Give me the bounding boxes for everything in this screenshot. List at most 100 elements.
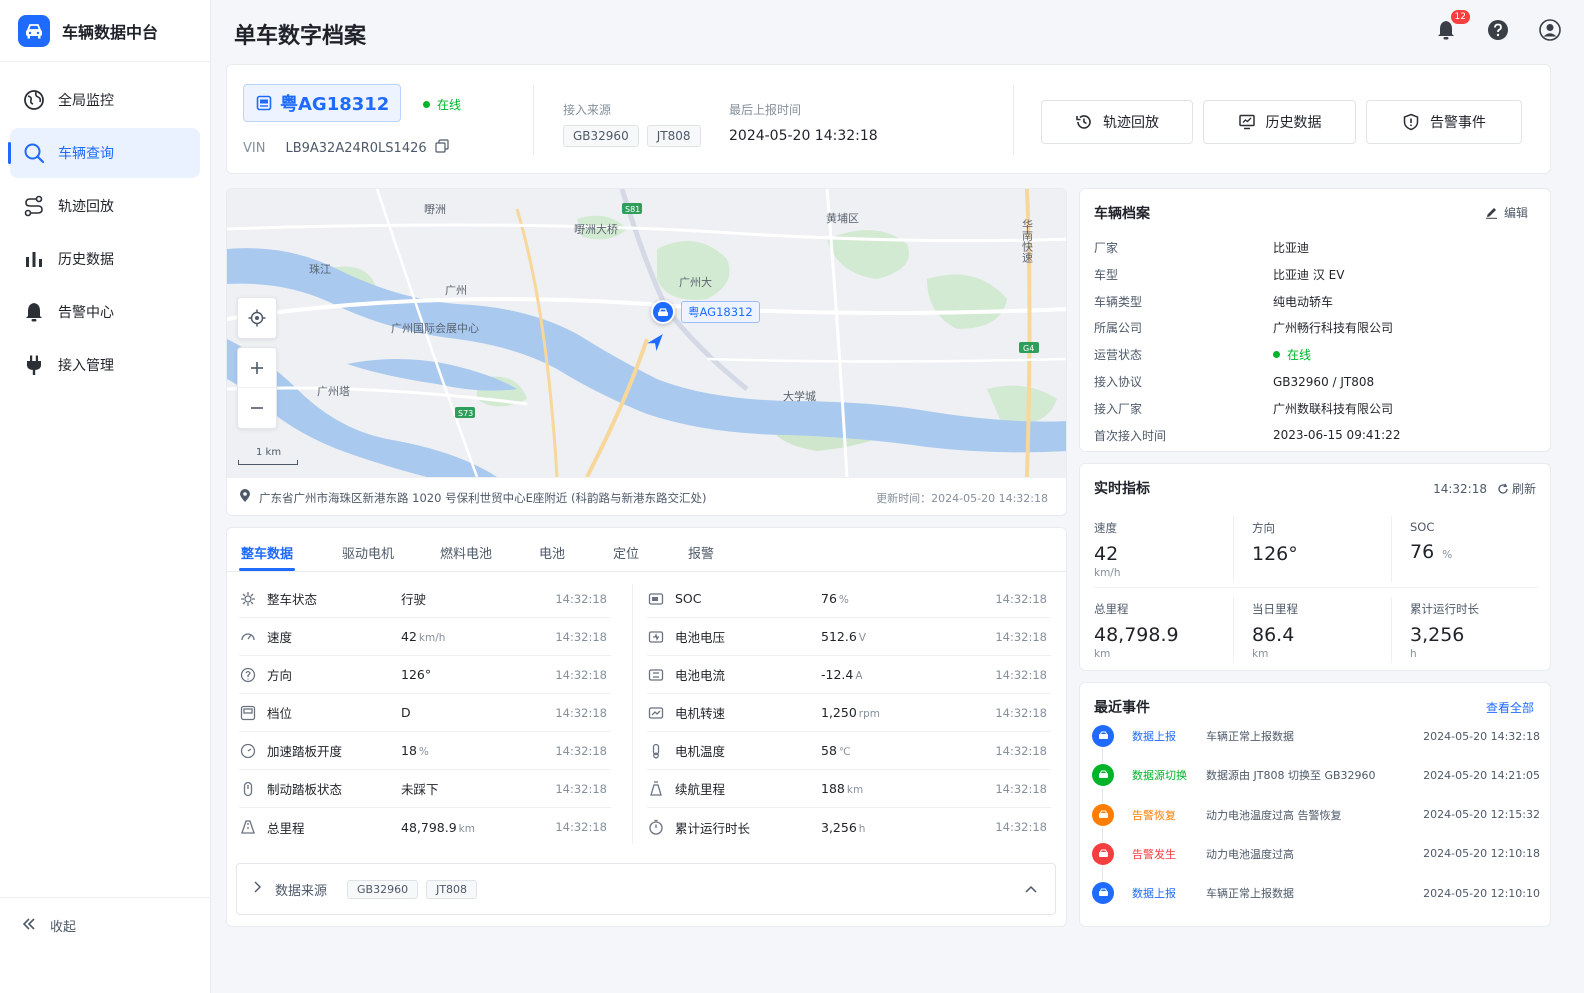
data-value: 58 ℃ [821, 743, 961, 758]
tab-location[interactable]: 定位 [613, 543, 639, 562]
events-title: 最近事件 [1094, 700, 1150, 716]
sidebar-item-history-data[interactable]: 历史数据 [10, 234, 200, 284]
event-item[interactable]: 数据上报 车辆正常上报数据 2024-05-20 14:32:18 [1092, 724, 1540, 748]
profile-label: 车型 [1094, 267, 1119, 282]
metric-item: 累计运行时长 3,256 h [1410, 601, 1550, 660]
car-event-icon [1092, 725, 1114, 747]
zoom-in-icon[interactable] [238, 348, 276, 388]
event-type: 数据源切换 [1132, 769, 1187, 783]
value-text: 126° [401, 667, 432, 682]
locate-control[interactable] [237, 297, 277, 339]
event-time: 2024-05-20 12:10:18 [1423, 847, 1540, 861]
map-canvas[interactable]: 嘢洲 嘢洲大桥 黄埔区 珠江 广州国际会展中心 广州塔 广州大 大学城 广州 华… [227, 189, 1067, 477]
vehicle-marker[interactable]: 粤AG18312 [651, 300, 760, 324]
sidebar-item-label: 车辆查询 [58, 146, 114, 162]
metric-label: 当日里程 [1252, 602, 1298, 616]
sidebar-item-global-monitor[interactable]: 全局监控 [10, 75, 200, 125]
map-label: 广州国际会展中心 [391, 322, 479, 335]
sidebar-item-access-management[interactable]: 接入管理 [10, 340, 200, 390]
copy-icon[interactable] [435, 139, 449, 157]
profile-row: 车型 比亚迪 汉 EV [1094, 266, 1344, 283]
vin-value: LB9A32A24R0LS1426 [285, 140, 427, 156]
data-time: 14:32:18 [555, 629, 607, 644]
metric-value: 3,256 [1410, 624, 1465, 646]
data-label: 整车状态 [267, 592, 318, 607]
event-item[interactable]: 数据源切换 数据源由 JT808 切换至 GB32960 2024-05-20 14… [1092, 763, 1540, 787]
metric-value: 42 [1094, 543, 1119, 565]
plate-icon [256, 95, 272, 111]
value-text: -12.4 [821, 667, 854, 682]
collapse-button[interactable]: 收起 [0, 897, 211, 935]
refresh-button[interactable]: 刷新 [1497, 480, 1536, 497]
speedometer-icon [239, 629, 257, 645]
address-text: 广东省广州市海珠区新港东路 1020 号保利世贸中心E座附近 (科韵路与新港东路… [259, 490, 707, 505]
top-toolbar: 12 [1434, 10, 1562, 42]
tab-alarm[interactable]: 报警 [688, 543, 714, 562]
edit-button[interactable]: 编辑 [1485, 204, 1528, 221]
value-text: 纯电动轿车 [1273, 294, 1334, 309]
metric-unit: km [1094, 648, 1111, 660]
brand: 车辆数据中台 [0, 0, 210, 62]
data-time: 14:32:18 [555, 667, 607, 682]
map-address-bar: 广东省广州市海珠区新港东路 1020 号保利世贸中心E座附近 (科韵路与新港东路… [227, 477, 1066, 515]
sidebar-item-label: 接入管理 [58, 358, 114, 374]
sidebar-item-vehicle-query[interactable]: 车辆查询 [8, 128, 200, 178]
road-shield: G4 [1023, 344, 1034, 353]
shield-alert-icon [1403, 113, 1419, 131]
value-text: 18 [401, 743, 417, 758]
data-value: 1,250 rpm [821, 705, 961, 720]
data-value: 42 km/h [401, 629, 543, 644]
metric-item: 方向 126° [1252, 520, 1392, 567]
data-label: 制动踏板状态 [267, 782, 343, 797]
metric-value: 76% [1410, 541, 1550, 563]
data-value: D [401, 705, 543, 720]
data-time: 14:32:18 [995, 820, 1047, 834]
car-logo-icon [18, 14, 50, 47]
profile-label: 厂家 [1094, 241, 1119, 255]
tab-vehicle-data[interactable]: 整车数据 [241, 543, 293, 562]
value-text: 广州数联科技有限公司 [1273, 401, 1394, 416]
data-source-panel[interactable]: 数据来源 GB32960 JT808 [236, 863, 1056, 915]
tab-fuel-cell[interactable]: 燃料电池 [440, 543, 492, 562]
sidebar-item-track-playback[interactable]: 轨迹回放 [10, 181, 200, 231]
history-data-button[interactable]: 历史数据 [1203, 100, 1356, 144]
event-item[interactable]: 数据上报 车辆正常上报数据 2024-05-20 12:10:10 [1092, 881, 1540, 905]
tab-drive-motor[interactable]: 驱动电机 [342, 543, 394, 562]
crosshair-icon[interactable] [238, 298, 276, 338]
value-text: 1,250 [821, 705, 857, 720]
profile-label: 运营状态 [1094, 348, 1143, 363]
divider [1391, 516, 1392, 582]
data-row: 电池电流 -12.4 A 14:32:18 [647, 656, 1051, 694]
sidebar-item-label: 告警中心 [58, 305, 114, 321]
marker-plate-label: 粤AG18312 [681, 301, 760, 323]
metric-unit: km [1252, 648, 1269, 660]
realtime-metrics-card: 实时指标 14:32:18 刷新 速度 42 km/h 方向 126° SOC 76% 总里程… [1079, 463, 1551, 671]
double-chevron-left-icon [22, 917, 36, 935]
notification-button[interactable]: 12 [1434, 10, 1470, 42]
event-type: 告警发生 [1132, 847, 1176, 861]
map-label: 嘢洲 [424, 203, 446, 216]
event-type: 数据上报 [1132, 887, 1176, 901]
profile-label: 所属公司 [1094, 321, 1143, 336]
profile-label: 接入协议 [1094, 375, 1143, 389]
value-unit: % [418, 746, 429, 758]
alarm-events-button[interactable]: 告警事件 [1366, 100, 1522, 144]
data-row: 档位 D 14:32:18 [239, 694, 611, 732]
data-label: SOC [675, 591, 702, 606]
button-label: 轨迹回放 [1103, 115, 1159, 131]
value-text: 2023-06-15 09:41:22 [1273, 428, 1401, 443]
user-avatar-button[interactable] [1538, 18, 1562, 42]
tab-battery[interactable]: 电池 [539, 543, 565, 562]
car-status-icon [239, 591, 257, 607]
help-button[interactable] [1486, 18, 1510, 42]
event-description: 动力电池温度过高 [1206, 847, 1294, 861]
refresh-icon [1498, 483, 1508, 494]
chevron-up-icon[interactable] [1025, 882, 1037, 897]
track-playback-button[interactable]: 轨迹回放 [1041, 100, 1193, 144]
event-item[interactable]: 告警发生 动力电池温度过高 2024-05-20 12:10:18 [1092, 842, 1540, 866]
status-dot [1273, 351, 1280, 359]
event-item[interactable]: 告警恢复 动力电池温度过高 告警恢复 2024-05-20 12:15:32 [1092, 803, 1540, 827]
sidebar-item-alarm-center[interactable]: 告警中心 [10, 287, 200, 337]
view-all-link[interactable]: 查看全部 [1486, 699, 1534, 716]
zoom-out-icon[interactable] [238, 388, 276, 428]
